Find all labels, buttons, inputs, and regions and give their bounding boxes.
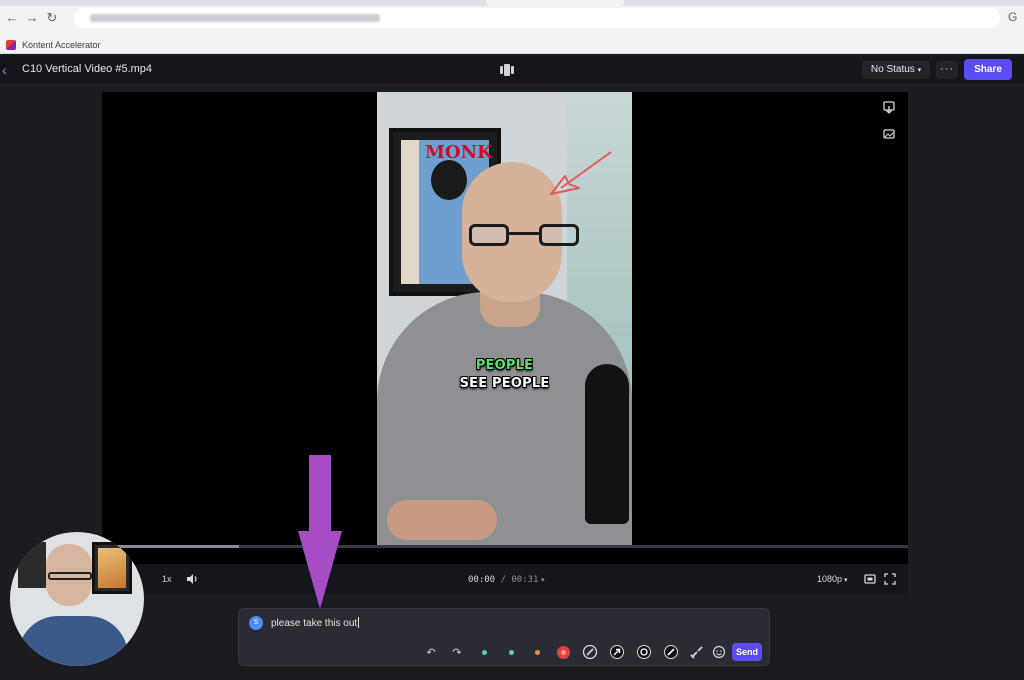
address-bar[interactable] — [74, 8, 1000, 28]
pointer-arrow-icon — [298, 455, 342, 609]
playback-speed-button[interactable]: 1x — [162, 571, 172, 587]
blurred-url — [90, 14, 380, 22]
redo-icon[interactable]: ↷ — [449, 643, 465, 661]
player-controls: 1x 00:00 / 00:31 ▾ 1080p ▾ — [102, 564, 908, 594]
comment-composer[interactable]: S please take this out ↶ ↷ Send — [238, 608, 770, 666]
quality-label: 1080p — [817, 574, 843, 584]
bookmark-kontent-accelerator[interactable]: Kontent Accelerator — [6, 37, 101, 53]
image-capture-icon[interactable] — [882, 127, 896, 141]
back-chevron-icon[interactable]: ‹ — [2, 61, 14, 79]
tab-strip — [0, 0, 1024, 6]
webcam-person-glasses — [48, 572, 92, 580]
person-hand — [387, 500, 497, 540]
person-glasses — [469, 224, 581, 246]
color-dot-icon — [481, 649, 487, 655]
timeline-scrubber[interactable] — [102, 545, 908, 548]
video-player[interactable]: MONK PEOPLE SEE PEOPLE 1x 00:00 / 00:31 … — [102, 92, 908, 594]
caption-line-1: PEOPLE — [475, 358, 534, 373]
volume-icon[interactable] — [186, 573, 198, 585]
caption-line-2: SEE PEOPLE — [459, 376, 550, 391]
emoji-icon[interactable] — [711, 643, 727, 661]
app-header: ‹ C10 Vertical Video #5.mp4 No Status ▾ … — [0, 55, 1024, 85]
quality-selector[interactable]: 1080p ▾ — [817, 571, 848, 589]
bookmark-favicon-icon — [6, 40, 16, 50]
annotation-arrow-icon — [550, 151, 612, 195]
pen-tool-icon[interactable] — [663, 643, 679, 661]
time-total: 00:31 — [511, 575, 539, 585]
file-title: C10 Vertical Video #5.mp4 — [22, 63, 153, 75]
time-display[interactable]: 00:00 / 00:31 ▾ — [468, 571, 544, 589]
share-button[interactable]: Share — [964, 59, 1012, 80]
selected-color-icon — [556, 645, 570, 659]
webcam-person-body — [18, 616, 128, 666]
theater-mode-icon[interactable] — [864, 573, 876, 585]
fullscreen-icon[interactable] — [884, 573, 896, 585]
status-dropdown[interactable]: No Status ▾ — [862, 61, 930, 79]
chevron-down-icon: ▾ — [540, 577, 545, 584]
time-current: 00:00 — [468, 575, 496, 585]
undo-icon[interactable]: ↶ — [423, 643, 439, 661]
video-frame[interactable]: MONK PEOPLE SEE PEOPLE — [377, 92, 632, 546]
layout-toggle-icon[interactable] — [499, 63, 515, 77]
browser-reload-icon[interactable]: ↻ — [44, 10, 60, 26]
brush-tool-icon[interactable] — [582, 643, 598, 661]
google-icon[interactable]: G — [1008, 10, 1022, 26]
color-swatch-green[interactable] — [503, 643, 519, 661]
color-swatch-red[interactable] — [555, 643, 571, 661]
more-options-button[interactable]: ··· — [936, 61, 958, 79]
text-caret — [358, 617, 360, 628]
bookmark-label: Kontent Accelerator — [22, 40, 101, 50]
webcam-bubble[interactable] — [10, 532, 144, 666]
annotation-toolbar: ↶ ↷ Send — [419, 643, 767, 661]
color-swatch-teal[interactable] — [476, 643, 492, 661]
circle-tool-icon[interactable] — [636, 643, 652, 661]
user-avatar: S — [249, 616, 263, 630]
bookmarks-bar: Kontent Accelerator — [0, 36, 1024, 54]
browser-back-icon[interactable]: ← — [4, 10, 20, 26]
chevron-down-icon: ▾ — [917, 67, 922, 74]
browser-toolbar: ← → ↻ G — [0, 0, 1024, 36]
active-tab[interactable] — [486, 0, 624, 6]
send-button[interactable]: Send — [732, 643, 762, 661]
webcam-wall-painting — [92, 542, 132, 594]
color-dot-icon — [534, 649, 540, 655]
color-swatch-orange[interactable] — [529, 643, 545, 661]
clear-annotations-icon[interactable] — [689, 643, 705, 661]
arrow-tool-icon[interactable] — [609, 643, 625, 661]
color-dot-icon — [508, 649, 514, 655]
browser-forward-icon[interactable]: → — [24, 10, 40, 26]
comment-text: please take this out — [271, 618, 358, 629]
download-icon[interactable] — [882, 100, 896, 114]
time-separator: / — [495, 575, 512, 585]
chevron-down-icon: ▾ — [842, 577, 848, 584]
comment-input[interactable]: please take this out — [271, 617, 360, 629]
webcam-wall-frame — [18, 542, 46, 588]
status-label: No Status — [870, 64, 915, 75]
